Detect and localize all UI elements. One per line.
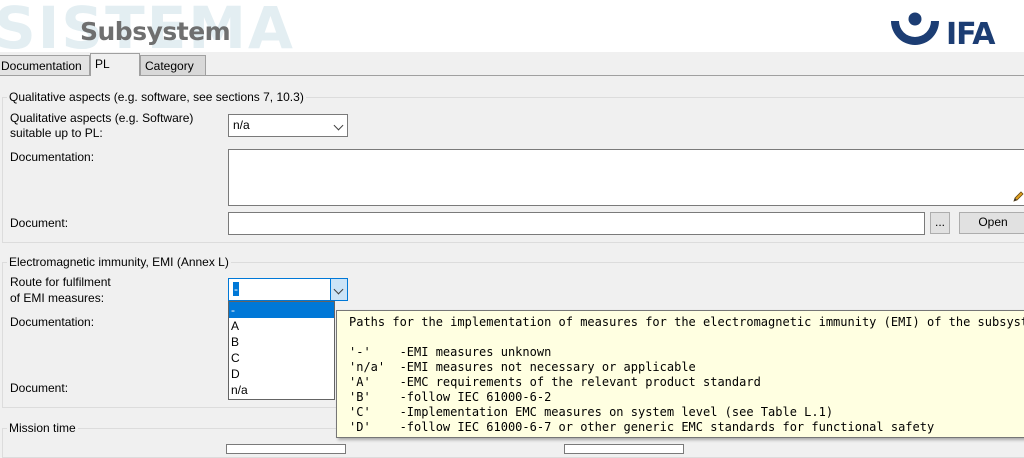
tab-documentation[interactable]: Documentation xyxy=(0,55,90,76)
mission-time-secondary-input[interactable] xyxy=(564,444,684,454)
ifa-logo-icon xyxy=(891,12,939,45)
qualitative-documentation-textarea[interactable] xyxy=(228,149,1024,206)
tooltip-line: 'C' -Implementation EMC measures on syst… xyxy=(349,405,834,419)
emi-option-a[interactable]: A xyxy=(229,318,334,334)
browse-button[interactable]: ... xyxy=(930,212,950,234)
pencil-icon[interactable] xyxy=(1012,189,1024,203)
emi-route-dropdown-list[interactable]: - A B C D n/a xyxy=(228,301,335,400)
tooltip-line: 'A' -EMC requirements of the relevant pr… xyxy=(349,375,761,389)
tab-category[interactable]: Category xyxy=(140,55,206,76)
tooltip-line: '-' -EMI measures unknown xyxy=(349,345,552,359)
emi-documentation-label: Documentation: xyxy=(10,315,95,329)
page-title: Subsystem xyxy=(80,17,231,46)
emi-option-d[interactable]: D xyxy=(229,366,334,382)
tab-divider xyxy=(0,75,1024,76)
emi-option-b[interactable]: B xyxy=(229,334,334,350)
pl-select[interactable]: n/a xyxy=(228,114,348,137)
open-button[interactable]: Open xyxy=(959,212,1024,234)
emi-document-label: Document: xyxy=(10,381,69,395)
pl-label-line1: Qualitative aspects (e.g. Software) xyxy=(10,111,194,125)
chevron-down-icon xyxy=(333,120,344,131)
emi-option-c[interactable]: C xyxy=(229,350,334,366)
qualitative-document-input[interactable] xyxy=(228,212,925,235)
tooltip-heading: Paths for the implementation of measures… xyxy=(349,315,1024,329)
ifa-logo-text: IFA xyxy=(946,17,995,52)
tooltip-line: 'D' -follow IEC 61000-6-7 or other gener… xyxy=(349,420,935,434)
emi-option-na[interactable]: n/a xyxy=(229,382,334,398)
tab-pl[interactable]: PL xyxy=(90,53,140,76)
qualitative-documentation-label: Documentation: xyxy=(10,150,95,164)
pl-select-value: n/a xyxy=(233,118,250,132)
qualitative-group-title: Qualitative aspects (e.g. software, see … xyxy=(7,90,306,104)
tooltip-line: 'B' -follow IEC 61000-6-2 xyxy=(349,390,552,404)
tooltip-line: 'n/a' -EMI measures not necessary or app… xyxy=(349,360,696,374)
route-label-line2: of EMI measures: xyxy=(10,291,105,305)
pl-label-line2: suitable up to PL: xyxy=(10,126,103,140)
emi-route-tooltip: Paths for the implementation of measures… xyxy=(336,310,1024,438)
emi-route-select-value: - xyxy=(233,282,239,296)
route-label-line1: Route for fulfilment xyxy=(10,275,111,289)
emi-option-dash[interactable]: - xyxy=(229,302,334,318)
mission-group-title: Mission time xyxy=(7,421,78,435)
emi-route-select[interactable]: - xyxy=(228,278,348,301)
qualitative-document-label: Document: xyxy=(10,216,69,230)
app-header: SISTEMA Subsystem IFA xyxy=(0,0,1024,52)
mission-time-input[interactable] xyxy=(226,444,346,454)
emi-group-title: Electromagnetic immunity, EMI (Annex L) xyxy=(7,255,231,269)
ifa-logo: IFA xyxy=(888,8,1018,52)
